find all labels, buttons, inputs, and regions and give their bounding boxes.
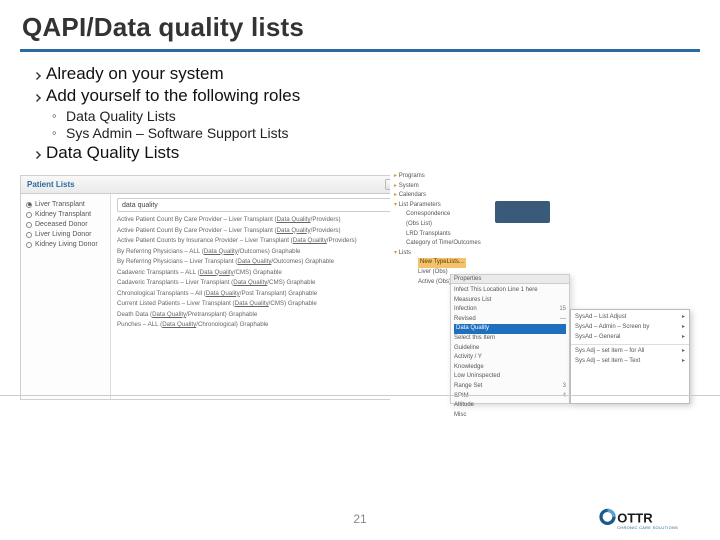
list-item[interactable]: Cadaveric Transplants – Liver Transplant… (117, 278, 413, 289)
properties-row: Knowledge (454, 363, 566, 373)
bullet-list: Already on your system Add yourself to t… (20, 52, 700, 169)
chevron-right-icon: ▸ (682, 332, 685, 342)
svg-text:CHRONIC CARE SOLUTIONS: CHRONIC CARE SOLUTIONS (617, 525, 678, 530)
properties-row: Altitude (454, 401, 566, 411)
tree-node[interactable]: New TypeLists... (394, 258, 501, 268)
screenshot-patient-lists: Patient Lists New Liver TransplantKidney… (20, 175, 420, 400)
tree-node[interactable]: LRD Transplants (394, 230, 501, 240)
tree-node[interactable]: Programs (394, 172, 501, 182)
menu-item[interactable]: SysAd – Admin – Screen by▸ (571, 322, 689, 332)
properties-row: Activity / Y (454, 353, 566, 363)
bullet-2a: Data Quality Lists (28, 108, 692, 124)
slide-title: QAPI/Data quality lists (20, 10, 700, 52)
properties-row: Revised— (454, 315, 566, 325)
chevron-right-icon: ▸ (682, 312, 685, 322)
radio-icon (26, 212, 32, 218)
list-item[interactable]: Active Patient Counts by Insurance Provi… (117, 236, 413, 247)
selected-row[interactable]: Data Quality (454, 324, 566, 334)
radio-option[interactable]: Deceased Donor (26, 221, 105, 228)
tree-node[interactable]: System (394, 182, 501, 192)
properties-row: Measures List (454, 296, 566, 306)
divider (0, 395, 720, 396)
list-item[interactable]: Death Data (Data Quality/Pretransplant) … (117, 310, 413, 321)
tree-node[interactable]: Lists (394, 249, 501, 259)
chevron-right-icon: ▸ (682, 346, 685, 356)
tree-node[interactable]: List Parameters (394, 201, 501, 211)
properties-head: Properties (451, 275, 569, 284)
tree-node[interactable]: (Obs List) (394, 220, 501, 230)
patient-lists-results: Active Patient Count By Care Provider – … (117, 215, 413, 331)
menu-item[interactable]: Sys Adj – set item – for All▸ (571, 346, 689, 356)
properties-row: SPIM4 (454, 392, 566, 402)
list-item[interactable]: By Referring Physicians – ALL (Data Qual… (117, 247, 413, 258)
list-item[interactable]: Cadaveric Transplants – ALL (Data Qualit… (117, 268, 413, 279)
chevron-right-icon: ▸ (682, 322, 685, 332)
radio-label: Liver Transplant (35, 201, 85, 208)
radio-icon (26, 242, 32, 248)
list-item[interactable]: Current Listed Patients – Liver Transpla… (117, 299, 413, 310)
radio-option[interactable]: Kidney Living Donor (26, 241, 105, 248)
menu-item[interactable]: Sys Adj – set item – Text▸ (571, 356, 689, 366)
search-input[interactable]: data quality ⌕ (117, 198, 413, 212)
radio-icon (26, 222, 32, 228)
properties-row: Low Uninspected (454, 372, 566, 382)
properties-row: Infect This Location Line 1 here (454, 286, 566, 296)
radio-option[interactable]: Kidney Transplant (26, 211, 105, 218)
radio-option[interactable]: Liver Living Donor (26, 231, 105, 238)
patient-lists-sidebar: Liver Transplant Kidney Transplant Decease… (21, 194, 111, 399)
radio-icon (26, 202, 32, 208)
radio-option[interactable]: Liver Transplant (26, 201, 105, 208)
tree-node[interactable]: Category of Time/Outcomes (394, 239, 501, 249)
radio-label: Kidney Living Donor (35, 241, 98, 248)
radio-icon (26, 232, 32, 238)
menu-item[interactable]: SysAd – List Adjust▸ (571, 312, 689, 322)
properties-panel: Properties Infect This Location Line 1 h… (450, 274, 570, 404)
list-item[interactable]: Active Patient Count By Care Provider – … (117, 215, 413, 226)
properties-row: Infection15 (454, 305, 566, 315)
context-menu: SysAd – List Adjust▸SysAd – Admin – Scre… (570, 309, 690, 404)
list-item[interactable]: Punches – ALL (Data Quality/Chronologica… (117, 320, 413, 331)
search-text: data quality (122, 202, 158, 209)
menu-item[interactable]: SysAd – General▸ (571, 332, 689, 342)
bullet-2b: Sys Admin – Software Support Lists (28, 125, 692, 141)
chevron-right-icon: ▸ (682, 356, 685, 366)
patient-lists-title: Patient Lists (27, 180, 75, 189)
properties-row: Range Set3 (454, 382, 566, 392)
screenshot-tree-panel: ProgramsSystemCalendarsList ParametersCo… (390, 169, 710, 417)
properties-row: Guideline (454, 344, 566, 354)
properties-row: Misc (454, 411, 566, 421)
bullet-2: Add yourself to the following roles (28, 86, 692, 106)
blue-chip (495, 201, 550, 223)
list-item[interactable]: Active Patient Count By Care Provider – … (117, 226, 413, 237)
tree-node[interactable]: Calendars (394, 191, 501, 201)
tree-node[interactable]: Correspondence (394, 210, 501, 220)
radio-label: Deceased Donor (35, 221, 88, 228)
radio-label: Kidney Transplant (35, 211, 91, 218)
ottr-logo: OTTR CHRONIC CARE SOLUTIONS (598, 506, 708, 532)
properties-row: Select this Item (454, 334, 566, 344)
svg-text:OTTR: OTTR (617, 510, 653, 525)
bullet-1: Already on your system (28, 64, 692, 84)
list-item[interactable]: By Referring Physicians – Liver Transpla… (117, 257, 413, 268)
patient-lists-main: View data quality ⌕ Active Patient Count… (111, 194, 419, 399)
radio-label: Liver Living Donor (35, 231, 91, 238)
list-item[interactable]: Chronological Transplants – All (Data Qu… (117, 289, 413, 300)
bullet-3: Data Quality Lists (28, 143, 692, 163)
